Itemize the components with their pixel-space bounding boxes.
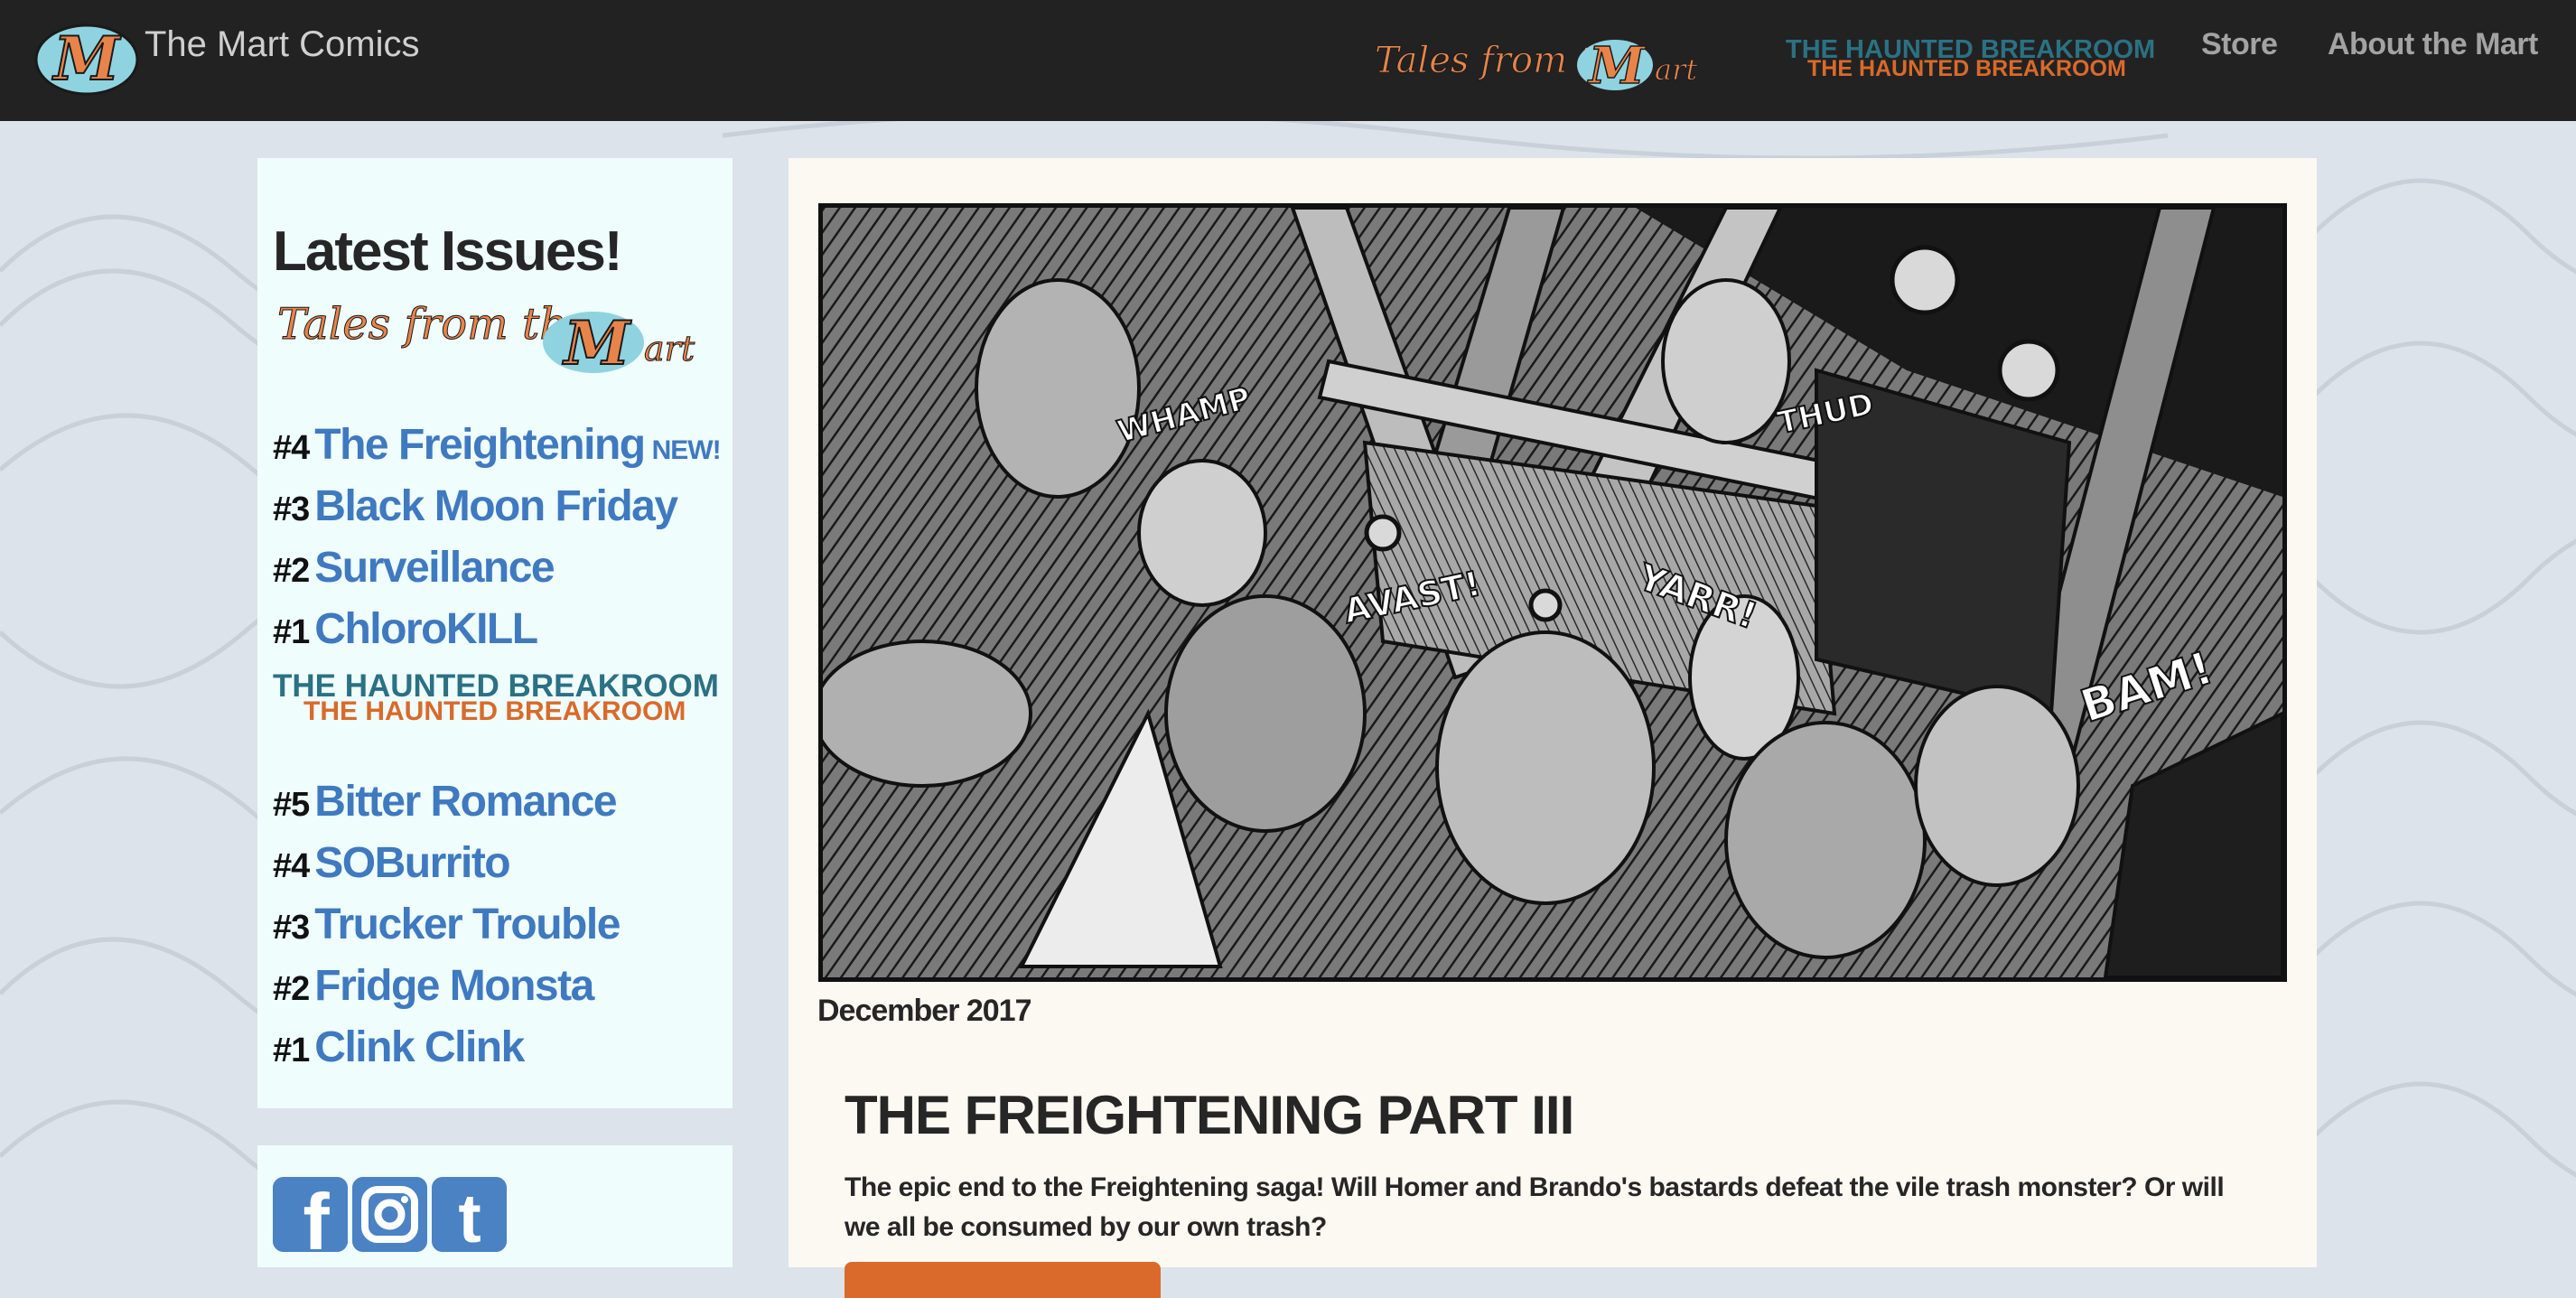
issue-link-haunted-5[interactable]: #5 Bitter Romance <box>273 777 618 833</box>
sidebar-tales-from-the-mart-logo[interactable]: Tales from the M art <box>275 294 727 378</box>
facebook-icon[interactable]: f <box>273 1177 348 1252</box>
issue-title[interactable]: Fridge Monsta <box>314 961 594 1011</box>
latest-issues-sidebar: Latest Issues! Tales from the M art #4 T… <box>257 158 733 1108</box>
issue-title[interactable]: Surveillance <box>314 543 555 593</box>
social-links: f t <box>257 1145 733 1267</box>
issue-title[interactable]: Bitter Romance <box>314 777 617 826</box>
sidebar-haunted-breakroom-logo[interactable]: THE HAUNTED BREAKROOM THE HAUNTED BREAKR… <box>273 671 733 727</box>
issue-title[interactable]: The Freightening <box>314 420 646 470</box>
issue-link-tales-2[interactable]: #2 Surveillance <box>273 543 555 599</box>
issue-number: #3 <box>273 490 310 528</box>
issue-title[interactable]: Clink Clink <box>314 1023 525 1072</box>
issue-number: #1 <box>273 613 310 651</box>
top-navbar: M The Mart Comics Tales from the M art T… <box>0 0 2576 121</box>
brand-logo-letter: M <box>51 23 121 94</box>
main-content: WHAMP AVAST! YARR! THUD BAM! December 20… <box>789 158 2317 1298</box>
issue-number: #2 <box>273 970 310 1008</box>
issue-number: #5 <box>273 786 310 824</box>
nav-store-link[interactable]: Store <box>2201 27 2278 62</box>
nav-haunted-breakroom-logo[interactable]: THE HAUNTED BREAKROOM THE HAUNTED BREAKR… <box>1784 36 2154 83</box>
comic-illustration: WHAMP AVAST! YARR! THUD BAM! <box>823 208 2282 977</box>
nav-about-link[interactable]: About the Mart <box>2328 27 2538 62</box>
read-comic-button[interactable] <box>845 1262 1161 1298</box>
issue-title[interactable]: SOBurrito <box>314 838 510 888</box>
mart-comics-logo[interactable]: M <box>33 20 141 96</box>
instagram-icon[interactable] <box>352 1177 427 1252</box>
issue-link-tales-4[interactable]: #4 The Freightening NEW! <box>273 420 722 476</box>
issue-title[interactable]: ChloroKILL <box>314 604 538 654</box>
sidebar-haunted-logo-echo: THE HAUNTED BREAKROOM <box>303 696 686 726</box>
issue-number: #4 <box>273 429 310 467</box>
nav-tales-logo-letter: M <box>1587 36 1647 94</box>
post-description: The epic end to the Freightening saga! W… <box>845 1172 2225 1242</box>
issue-number: #2 <box>273 552 310 590</box>
brand-title[interactable]: The Mart Comics <box>145 24 420 65</box>
issue-link-haunted-1[interactable]: #1 Clink Clink <box>273 1023 525 1079</box>
issue-title[interactable]: Trucker Trouble <box>314 900 621 949</box>
sidebar-tales-logo-letter: M <box>562 308 631 377</box>
tumblr-icon[interactable]: t <box>432 1177 507 1252</box>
new-badge: NEW! <box>651 435 722 465</box>
tumblr-glyph: t <box>458 1181 481 1252</box>
nav-haunted-logo-echo: THE HAUNTED BREAKROOM <box>1807 56 2126 81</box>
facebook-glyph: f <box>303 1177 330 1252</box>
issue-number: #1 <box>273 1032 310 1069</box>
issue-link-haunted-2[interactable]: #2 Fridge Monsta <box>273 961 594 1017</box>
issue-number: #4 <box>273 847 310 885</box>
issue-number: #3 <box>273 909 310 947</box>
sidebar-tales-logo-suffix: art <box>644 329 695 369</box>
issue-title[interactable]: Black Moon Friday <box>314 481 678 531</box>
sidebar-heading: Latest Issues! <box>273 220 623 283</box>
comic-date: December 2017 <box>817 994 1032 1028</box>
issue-link-tales-1[interactable]: #1 ChloroKILL <box>273 604 538 660</box>
issue-link-haunted-4[interactable]: #4 SOBurrito <box>273 838 511 894</box>
comic-panel-image[interactable]: WHAMP AVAST! YARR! THUD BAM! <box>818 203 2287 982</box>
nav-tales-logo-suffix: art <box>1655 52 1697 87</box>
post-title[interactable]: THE FREIGHTENING PART III <box>845 1084 1574 1146</box>
issue-link-haunted-3[interactable]: #3 Trucker Trouble <box>273 900 621 956</box>
nav-tales-from-the-mart-logo[interactable]: Tales from the M art <box>1373 25 1734 94</box>
issue-link-tales-3[interactable]: #3 Black Moon Friday <box>273 481 678 537</box>
